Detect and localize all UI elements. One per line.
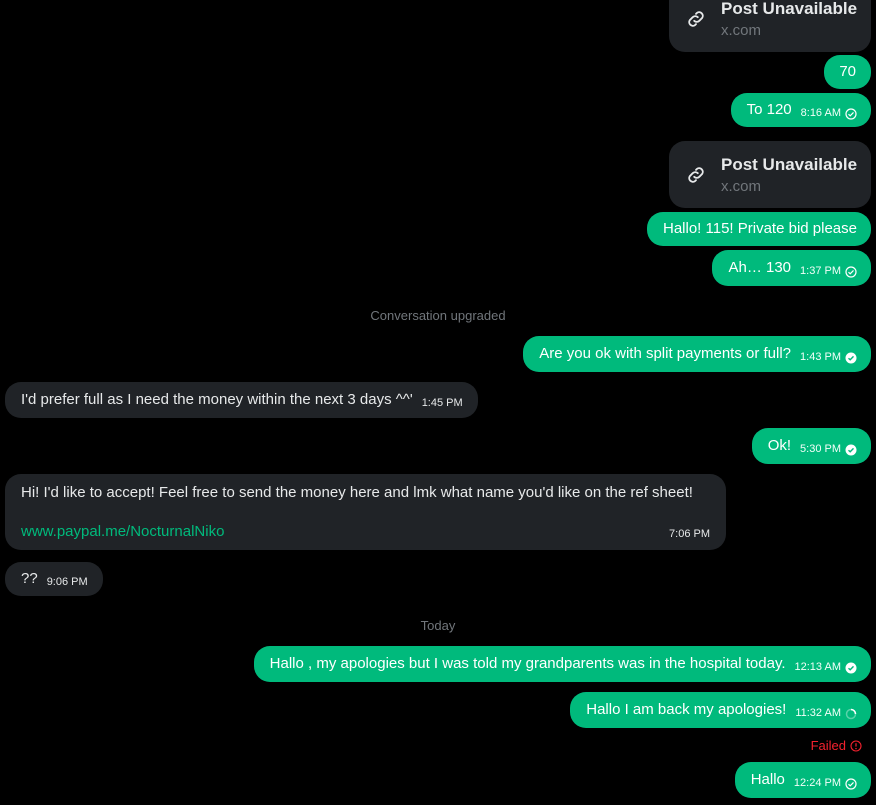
error-info-icon xyxy=(850,739,862,752)
message-bubble[interactable]: Ok! 5:30 PM xyxy=(751,428,871,464)
link-card[interactable]: Post Unavailable x.com xyxy=(669,0,871,52)
message-text: Ok! xyxy=(767,437,792,454)
message-time: 1:37 PM xyxy=(800,265,841,277)
failed-label: Failed xyxy=(810,738,846,753)
message-time: 1:43 PM xyxy=(800,351,841,363)
link-card-domain: x.com xyxy=(721,22,762,39)
message-time: 8:16 AM xyxy=(800,107,841,119)
message-text: Hallo , my apologies but I was told my g… xyxy=(269,655,786,672)
link-icon xyxy=(688,167,704,183)
failed-status[interactable]: Failed xyxy=(811,738,862,753)
message-text: Hallo xyxy=(750,771,785,788)
message-time: 7:06 PM xyxy=(669,528,710,540)
message-bubble[interactable]: I'd prefer full as I need the money with… xyxy=(5,382,478,418)
conversation-upgraded-divider: Conversation upgraded xyxy=(370,308,506,323)
read-check-icon xyxy=(845,352,857,364)
message-bubble[interactable]: Hallo 12:24 PM xyxy=(734,762,871,798)
message-text: Hallo! 115! Private bid please xyxy=(662,220,857,237)
message-text: I'd prefer full as I need the money with… xyxy=(21,391,413,408)
read-check-icon xyxy=(845,662,857,674)
message-text: 70 xyxy=(839,63,856,80)
message-text: Are you ok with split payments or full? xyxy=(539,345,792,362)
message-time: 12:13 AM xyxy=(794,661,841,673)
sending-spinner-icon xyxy=(845,708,857,720)
message-text: Ah… 130 xyxy=(728,259,792,276)
message-bubble[interactable]: 70 xyxy=(824,55,871,89)
message-bubble[interactable]: Hallo! 115! Private bid please xyxy=(646,212,871,246)
message-time: 1:45 PM xyxy=(421,397,463,409)
read-check-icon xyxy=(845,444,857,456)
link-card-title: Post Unavailable xyxy=(721,0,858,18)
message-time: 12:24 PM xyxy=(793,777,841,789)
message-bubble[interactable]: Hi! I'd like to accept! Feel free to sen… xyxy=(5,474,726,550)
message-bubble[interactable]: ?? 9:06 PM xyxy=(5,562,103,596)
message-bubble[interactable]: To 120 8:16 AM xyxy=(730,93,871,127)
message-time: 5:30 PM xyxy=(800,443,841,455)
link-card-title: Post Unavailable xyxy=(721,155,858,174)
message-bubble[interactable]: Hallo , my apologies but I was told my g… xyxy=(253,646,871,682)
sent-check-icon xyxy=(845,778,857,790)
message-time: 9:06 PM xyxy=(46,576,88,588)
link-icon xyxy=(688,11,704,27)
message-bubble[interactable]: Hallo I am back my apologies! 11:32 AM xyxy=(570,692,871,728)
message-text: Hi! I'd like to accept! Feel free to sen… xyxy=(21,484,693,501)
message-bubble[interactable]: Are you ok with split payments or full? … xyxy=(523,336,871,372)
message-bubble[interactable]: Ah… 130 1:37 PM xyxy=(712,250,871,286)
message-time: 11:32 AM xyxy=(795,707,841,719)
message-text: To 120 xyxy=(746,101,792,118)
paypal-link[interactable]: www.paypal.me/NocturnalNiko xyxy=(21,522,224,542)
today-divider: Today xyxy=(420,618,456,633)
link-card[interactable]: Post Unavailable x.com xyxy=(669,141,871,208)
message-text: ?? xyxy=(21,570,38,587)
sent-check-icon xyxy=(845,266,857,278)
message-text: Hallo I am back my apologies! xyxy=(586,701,787,718)
sent-check-icon xyxy=(845,108,857,120)
link-card-domain: x.com xyxy=(721,178,762,195)
